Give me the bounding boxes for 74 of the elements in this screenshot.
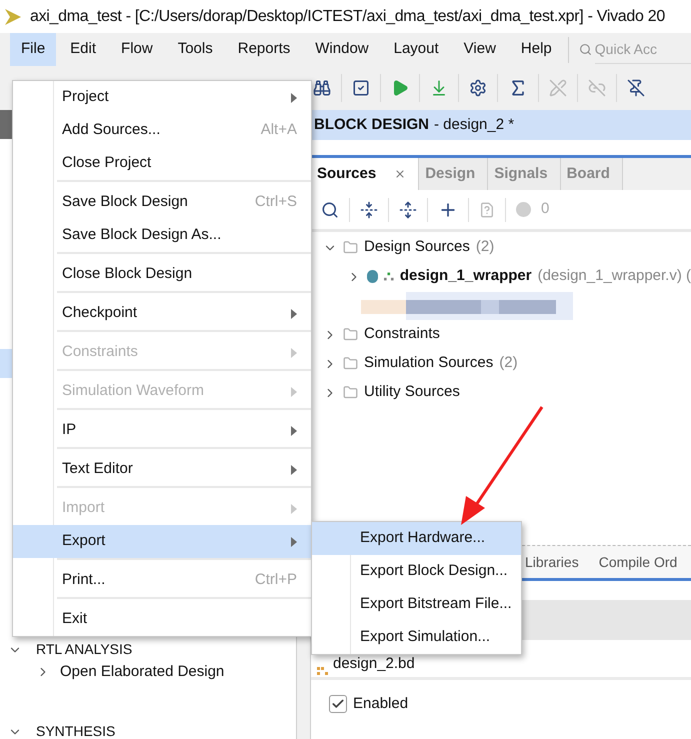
menu-entry[interactable]: Checkpoint (13, 297, 311, 330)
menu-item[interactable]: Help (510, 33, 563, 66)
menu-item[interactable]: Flow (110, 33, 164, 66)
gear-icon[interactable] (469, 79, 487, 97)
menu-entry[interactable]: IP (13, 414, 311, 447)
menu-entry[interactable]: Export Hardware... (312, 522, 521, 555)
tree-item-label[interactable]: Simulation Sources (364, 352, 494, 375)
menu-item[interactable]: Tools (166, 33, 224, 66)
menu-item[interactable]: Layout (382, 33, 450, 66)
submenu-arrow-icon (291, 386, 297, 396)
menu-item[interactable]: View (452, 33, 507, 66)
folder-icon (343, 240, 358, 255)
search-icon[interactable] (321, 200, 339, 218)
submenu-arrow-icon (291, 426, 297, 436)
menu-entry[interactable]: Close Block Design (13, 258, 311, 291)
file-name: (design_1_wrapper.v) ( (538, 266, 691, 286)
folder-icon (343, 385, 358, 400)
close-icon[interactable] (394, 168, 406, 180)
play-icon[interactable] (391, 79, 409, 97)
menu-entry[interactable]: Export Simulation... (312, 621, 521, 654)
tree-item-label[interactable]: Utility Sources (364, 381, 460, 404)
menu-entry[interactable]: Add Sources... Alt+A (13, 114, 311, 147)
file-name: design_2.bd (333, 654, 415, 674)
submenu-arrow-icon (291, 464, 297, 474)
submenu-arrow-icon (291, 92, 297, 102)
header-title: BLOCK DESIGN (314, 114, 430, 135)
bottom-tab[interactable]: Compile Ord (598, 552, 678, 572)
section-header[interactable]: RTL ANALYSIS (36, 641, 132, 658)
menu-item[interactable]: File (10, 33, 56, 66)
submenu-arrow-icon (291, 536, 297, 546)
search-icon (578, 43, 592, 56)
menu-entry[interactable]: Export Block Design... (312, 555, 521, 588)
section-header[interactable]: SYNTHESIS (36, 723, 116, 739)
quick-access-field[interactable]: Quick Acc (594, 36, 691, 64)
menu-entry[interactable]: Project (13, 81, 311, 114)
menu-entry[interactable]: Export Bitstream File... (312, 588, 521, 621)
bottom-tab[interactable]: Libraries (525, 552, 579, 572)
window-title: axi_dma_test - [C:/Users/dorap/Desktop/ICTEST/axi_dma_test/axi_dma_test.xpr] - Vivado 20 (30, 6, 665, 26)
submenu-arrow-icon (291, 348, 297, 358)
tree-item-label[interactable]: Design Sources (364, 236, 470, 259)
checkbox-icon[interactable] (352, 79, 370, 97)
pin-icon[interactable] (627, 79, 645, 97)
menu-entry[interactable]: Text Editor (13, 453, 311, 486)
block-design-icon (317, 667, 329, 675)
header-subtitle: - design_2 * (434, 114, 514, 135)
navigator-item[interactable]: Open Elaborated Design (60, 660, 224, 684)
menu-item[interactable]: Edit (59, 33, 108, 66)
tree-item-label[interactable]: Constraints (364, 323, 440, 346)
checkbox-label: Enabled (353, 694, 408, 714)
hierarchy-icon (384, 272, 394, 281)
tree-item-label[interactable]: design_1_wrapper (400, 265, 532, 288)
app-logo-icon (4, 8, 22, 26)
menu-item[interactable]: Window (304, 33, 380, 66)
menu-item[interactable]: Reports (226, 33, 302, 66)
panel-tab[interactable]: Sources (311, 158, 420, 190)
menu-entry[interactable]: Close Project (13, 147, 311, 180)
menu-entry[interactable]: Save Block Design As... (13, 219, 311, 252)
check-icon (331, 697, 345, 711)
item-count: (2) (499, 353, 518, 374)
collapse-all-icon[interactable] (360, 200, 378, 218)
menu-entry[interactable]: Export (13, 525, 311, 558)
menu-entry[interactable]: Save Block Design Ctrl+S (13, 186, 311, 219)
submenu-arrow-icon (291, 308, 297, 318)
expand-all-icon[interactable] (399, 200, 417, 218)
message-count: 0 (541, 199, 550, 220)
menu-entry[interactable]: Print... Ctrl+P (13, 564, 311, 597)
folder-icon (343, 327, 358, 342)
submenu-arrow-icon (291, 504, 297, 514)
binoculars-icon[interactable] (313, 79, 331, 97)
folder-icon (343, 356, 358, 371)
menu-entry[interactable]: Exit (13, 603, 311, 636)
enabled-checkbox[interactable] (329, 695, 347, 713)
download-icon[interactable] (430, 79, 448, 97)
item-count: (2) (476, 237, 494, 258)
